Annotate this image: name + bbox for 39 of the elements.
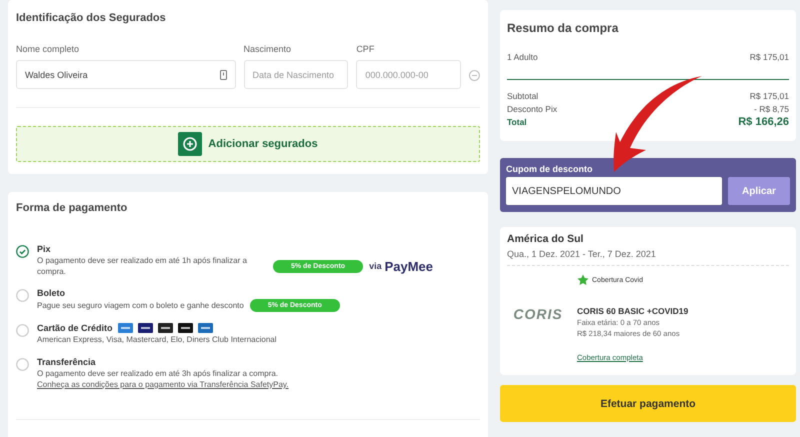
total-value: R$ 166,26 xyxy=(738,116,789,129)
field-label: Nome completo xyxy=(16,44,80,54)
input-field[interactable]: Waldes Oliveira xyxy=(16,60,236,89)
provider-logo: PayMee xyxy=(384,258,434,274)
radio-button[interactable] xyxy=(16,245,29,258)
method-description: O pagamento deve ser realizado em até 1h após finalizar a compra. xyxy=(37,255,248,278)
star-icon xyxy=(577,274,589,286)
summary-title: Resumo da compra xyxy=(507,21,620,35)
card-icon xyxy=(220,70,226,80)
method-name: Boleto xyxy=(37,288,65,298)
destination-title: América do Sul xyxy=(507,233,584,245)
add-insured-button[interactable]: Adicionar segurados xyxy=(16,126,480,162)
summary-value: R$ 175,01 xyxy=(750,90,789,103)
method-description: American Express, Visa, Mastercard, Elo, Diners Club Internacional xyxy=(37,334,277,346)
total-label: Total xyxy=(507,116,527,129)
coupon-input[interactable]: VIAGENSPELOMUNDO xyxy=(506,177,722,205)
method-name: Cartão de Crédito xyxy=(37,323,113,334)
line-item-label: 1 Adulto xyxy=(507,51,538,64)
conditions-link[interactable]: Conheça as condições para o pagamento via Transferência SafetyPay. xyxy=(37,380,289,389)
field-label: CPF xyxy=(356,44,376,54)
insurer-logo: CORIS xyxy=(512,306,564,322)
trip-dates: Qua., 1 Dez. 2021 - Ter., 7 Dez. 2021 xyxy=(507,249,789,266)
summary-label: Desconto Pix xyxy=(507,103,558,116)
line-item-price: R$ 175,01 xyxy=(750,51,789,64)
summary-value: - R$ 8,75 xyxy=(754,103,789,116)
plus-icon xyxy=(178,132,202,156)
summary-label: Subtotal xyxy=(507,90,538,103)
method-description: O pagamento deve ser realizado em até 3h após finalizar a compra. xyxy=(37,368,278,379)
via-text: via xyxy=(369,261,382,272)
method-name: Transferência xyxy=(37,356,96,367)
method-name: Pix xyxy=(37,244,51,254)
method-description: Pague seu seguro viagem com o boleto e ganhe desconto xyxy=(37,300,244,312)
pay-button[interactable]: Efetuar pagamento xyxy=(500,385,796,422)
coupon-label: Cupom de desconto xyxy=(506,164,594,174)
field-label: Nascimento xyxy=(244,44,292,54)
section-title: Identificação dos Segurados xyxy=(16,12,167,24)
plan-name: CORIS 60 BASIC +COVID19 xyxy=(577,306,688,316)
remove-icon[interactable] xyxy=(469,70,480,81)
section-title: Forma de pagamento xyxy=(16,202,128,214)
